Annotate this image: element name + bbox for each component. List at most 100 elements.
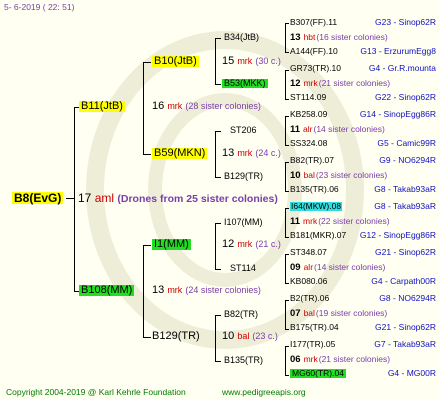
g5-reference: G5 - Camic99R xyxy=(377,138,436,148)
connector xyxy=(215,38,221,39)
g3-info: 10 bal (23 c.) xyxy=(222,330,278,342)
connector xyxy=(285,70,286,99)
g5-node[interactable]: SS324.08 xyxy=(290,139,327,148)
dam-node[interactable]: B108(MM) xyxy=(79,285,135,296)
g5-node[interactable]: GR73(TR).10 xyxy=(290,64,341,73)
connector xyxy=(285,23,286,52)
connector xyxy=(285,145,289,146)
g5-reference: G21 - Sinop62R xyxy=(375,247,436,257)
g3-info: 15 mrk (30 c.) xyxy=(222,55,281,67)
connector xyxy=(215,315,216,361)
g5-reference: G7 - Takab93aR xyxy=(374,339,436,349)
g5-info: 10 bal(23 sister colonies) xyxy=(290,169,388,181)
connector xyxy=(285,300,286,329)
connector xyxy=(215,223,216,269)
g5-node[interactable]: B181(MKR).07 xyxy=(290,231,346,240)
g3-node[interactable]: B59(MKN) xyxy=(152,148,208,159)
connector xyxy=(285,237,289,238)
root-note: (Drones from 25 sister colonies) xyxy=(117,193,278,205)
connector xyxy=(143,154,151,155)
g5-reference: G12 - SinopEgg86R xyxy=(359,230,436,240)
connector xyxy=(215,269,221,270)
g5-node[interactable]: MG60(TR).04 xyxy=(290,369,346,378)
g5-reference: G4 - Gr.R.mounta xyxy=(368,63,436,73)
g5-info: 13 hbt(16 sister colonies) xyxy=(290,31,388,43)
g5-node[interactable]: I177(TR).05 xyxy=(290,340,335,349)
connector xyxy=(215,84,221,85)
connector xyxy=(285,254,289,255)
connector xyxy=(215,38,216,84)
g5-node[interactable]: B307(FF).11 xyxy=(290,18,337,27)
root-info: 17 aml (Drones from 25 sister colonies) xyxy=(78,192,278,205)
root-year: 17 xyxy=(78,191,92,205)
connector xyxy=(285,191,289,192)
g4-node[interactable]: B82(TR) xyxy=(224,310,258,319)
g5-reference: G8 - Takab93aR xyxy=(374,184,436,194)
root-queen[interactable]: B8(EvG) xyxy=(12,192,64,204)
g5-reference: G8 - NO6294R xyxy=(379,293,436,303)
g4-node[interactable]: ST114 xyxy=(230,264,256,273)
connector xyxy=(285,162,286,191)
connector xyxy=(285,52,289,53)
g4-node[interactable]: ST206 xyxy=(230,126,257,135)
sire-node[interactable]: B11(JtB) xyxy=(79,101,125,112)
g5-node[interactable]: ST114.09 xyxy=(290,93,326,102)
connector xyxy=(285,346,286,375)
g5-node[interactable]: B175(TR).04 xyxy=(290,323,339,332)
g5-info: 11 alr(14 sister colonies) xyxy=(290,123,385,135)
connector xyxy=(285,70,289,71)
root-breed: aml xyxy=(94,191,115,205)
g5-info: 09 alr(14 sister colonies) xyxy=(290,261,386,273)
g4-node[interactable]: B34(JtB) xyxy=(224,33,259,42)
connector xyxy=(215,361,221,362)
connector xyxy=(215,177,221,178)
connector xyxy=(285,346,289,347)
connector xyxy=(143,245,151,246)
dam-info: 13 mrk (24 sister colonies) xyxy=(152,284,261,296)
g3-info: 12 mrk (21 c.) xyxy=(222,238,281,250)
g5-node[interactable]: I64(MKW).08 xyxy=(290,202,343,211)
g4-node[interactable]: B135(TR) xyxy=(224,356,263,365)
g5-reference: G14 - SinopEgg86R xyxy=(359,109,436,119)
g5-reference: G23 - Sinop62R xyxy=(375,17,436,27)
g4-node[interactable]: I107(MM) xyxy=(224,218,263,227)
g5-node[interactable]: KB258.09 xyxy=(290,110,327,119)
g5-reference: G21 - Sinop62R xyxy=(375,322,436,332)
g5-node[interactable]: ST348.07 xyxy=(290,248,327,257)
g5-reference: G13 - ErzurumEgg8 xyxy=(360,46,436,56)
connector xyxy=(285,283,289,284)
connector xyxy=(143,245,144,337)
g5-reference: G8 - Takab93aR xyxy=(374,201,436,211)
g3-info: 13 mrk (24 c.) xyxy=(222,147,281,159)
website-link[interactable]: www.pedigreeapis.org xyxy=(222,388,306,397)
connector xyxy=(285,208,286,237)
connector xyxy=(285,99,289,100)
copyright-text: Copyright 2004-2019 @ Karl Kehrle Founda… xyxy=(6,387,186,397)
g5-reference: G4 - Carpath00R xyxy=(371,276,436,286)
connector xyxy=(74,107,75,291)
connector xyxy=(215,131,221,132)
connector xyxy=(215,223,221,224)
print-date: 5- 6-2019 ( 22: 51) xyxy=(4,2,75,12)
g3-node[interactable]: B129(TR) xyxy=(152,331,200,342)
connector xyxy=(285,23,289,24)
g5-info: 07 bal(19 sister colonies) xyxy=(290,307,388,319)
g5-node[interactable]: B82(TR).07 xyxy=(290,156,334,165)
g5-info: 12 mrk(21 sister colonies) xyxy=(290,77,391,89)
g5-node[interactable]: B135(TR).06 xyxy=(290,185,339,194)
g4-node[interactable]: B129(TR) xyxy=(224,172,263,181)
g4-node[interactable]: B53(MKK) xyxy=(222,79,268,88)
g5-reference: G22 - Sinop62R xyxy=(375,92,436,102)
g5-node[interactable]: KB080.06 xyxy=(290,277,327,286)
connector xyxy=(66,198,74,199)
g5-info: 06 mrk(21 sister colonies) xyxy=(290,353,391,365)
connector xyxy=(285,254,286,283)
g3-node[interactable]: B10(JtB) xyxy=(152,56,199,67)
connector xyxy=(143,62,144,154)
connector xyxy=(285,375,289,376)
g5-node[interactable]: B2(TR).06 xyxy=(290,294,329,303)
g3-node[interactable]: I1(MM) xyxy=(152,239,191,250)
g5-node[interactable]: A144(FF).10 xyxy=(290,47,338,56)
connector xyxy=(143,337,151,338)
connector xyxy=(285,116,286,145)
